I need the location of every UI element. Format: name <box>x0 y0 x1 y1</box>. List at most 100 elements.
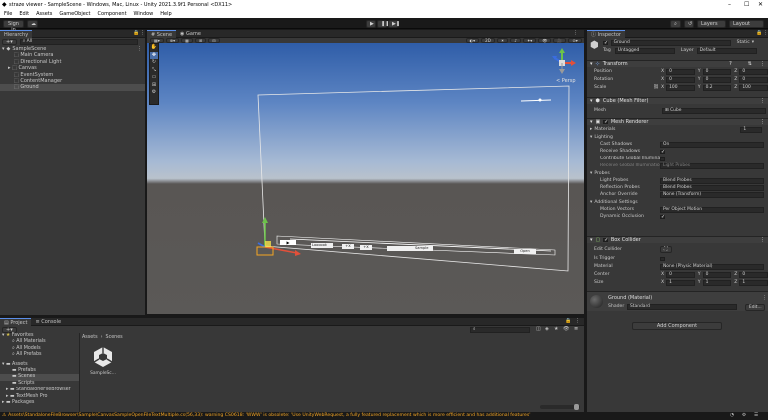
expand-arrow-icon[interactable]: ▾ <box>590 119 593 126</box>
motion-vectors-dropdown[interactable]: Per Object Motion <box>660 207 764 213</box>
size-y-field[interactable]: 1 <box>702 280 732 286</box>
ui-field-2[interactable]: +X <box>360 245 372 250</box>
layout-dropdown[interactable]: Layout <box>729 19 764 28</box>
maximize-icon[interactable]: ☐ <box>744 1 749 8</box>
center-z-field[interactable]: 0 <box>739 272 768 278</box>
menu-assets[interactable]: Assets <box>36 11 52 17</box>
close-icon[interactable]: ✕ <box>758 1 763 8</box>
tab-game[interactable]: ◉ Game <box>176 30 205 38</box>
breadcrumb-assets[interactable]: Assets <box>82 335 98 340</box>
minimize-icon[interactable]: – <box>728 1 731 8</box>
menu-edit[interactable]: Edit <box>19 11 29 17</box>
more-options-icon[interactable]: ⋮ <box>140 30 145 36</box>
sign-in-button[interactable]: Sign in <box>3 19 24 33</box>
position-x-field[interactable]: 0 <box>666 69 695 75</box>
light-probes-dropdown[interactable]: Blend Probes <box>660 178 764 184</box>
expand-arrow-icon[interactable]: ▾ <box>590 171 592 177</box>
expand-arrow-icon[interactable]: ▾ <box>2 46 5 52</box>
favorite-item-prefabs[interactable]: ⌕ All Prefabs <box>0 352 79 358</box>
mesh-renderer-header[interactable]: ▾ ▣ Mesh Renderer ⋮ <box>587 118 768 125</box>
hierarchy-item-ground[interactable]: ⬚ Ground <box>0 84 145 91</box>
active-checkbox[interactable] <box>603 40 608 46</box>
receive-shadows-checkbox[interactable] <box>660 149 665 155</box>
additional-settings-row[interactable]: ▾ Additional Settings <box>587 200 768 206</box>
pause-button[interactable]: ❚❚ <box>377 19 389 28</box>
lighting-row[interactable]: ▾ Lighting <box>587 135 768 141</box>
collapsed-arrow-icon[interactable]: ▸ <box>6 394 8 399</box>
filter-label-icon[interactable]: ◈ <box>545 326 549 332</box>
tab-project[interactable]: ▤ Project <box>0 317 32 326</box>
rotation-y-field[interactable]: 0 <box>702 77 732 83</box>
tab-console[interactable]: ≡ Console <box>31 318 65 326</box>
step-button[interactable]: ▶❚ <box>388 19 400 28</box>
cast-shadows-dropdown[interactable]: On <box>660 142 764 148</box>
collider-material-field[interactable]: None (Physic Material) <box>660 264 764 270</box>
tab-inspector[interactable]: ⓘ Inspector <box>587 29 625 38</box>
hierarchy-search-input[interactable]: ⌕ All <box>19 39 138 45</box>
packages-row[interactable]: ▸ ▬ Packages <box>0 400 79 406</box>
expand-arrow-icon[interactable]: ▾ <box>2 333 4 338</box>
asset-item-samplescene[interactable]: SampleSc... <box>88 345 118 379</box>
materials-count-field[interactable]: 1 <box>740 127 763 133</box>
is-trigger-checkbox[interactable] <box>660 256 665 262</box>
component-menu-icon[interactable]: ⋮ <box>760 119 765 126</box>
tag-dropdown[interactable]: Untagged <box>614 48 675 54</box>
expand-arrow-icon[interactable]: ▾ <box>590 98 593 105</box>
rotation-x-field[interactable]: 0 <box>666 77 695 83</box>
constrain-proportions-icon[interactable]: ⛓ <box>653 85 661 91</box>
shader-dropdown[interactable]: Standard <box>627 304 737 310</box>
edit-collider-icon[interactable]: ⛶ <box>660 246 672 253</box>
breadcrumb-scenes[interactable]: Scenes <box>106 335 123 340</box>
preset-icon[interactable]: ⇅ <box>748 61 752 68</box>
mesh-filter-header[interactable]: ▾ ⬢ Cube (Mesh Filter) ⋮ <box>587 97 768 104</box>
ui-field-3[interactable]: Sample <box>387 246 433 251</box>
dynamic-occlusion-checkbox[interactable] <box>660 214 665 220</box>
component-menu-icon[interactable]: ⋮ <box>760 98 765 105</box>
ui-play-button[interactable]: ▶ <box>280 240 296 245</box>
expand-arrow-icon[interactable]: ▾ <box>2 362 4 367</box>
project-search-input[interactable]: ⌕ <box>470 326 530 333</box>
collapsed-arrow-icon[interactable]: ▸ <box>2 400 4 405</box>
scene-viewport[interactable]: ✋ ✥ ↻ ⤡ ▭ ⊞ ⚙ < Persp ▶ Loooook +X +X Sa… <box>147 43 584 314</box>
box-collider-header[interactable]: ▾ ▢ Box Collider ⋮ <box>587 236 768 243</box>
more-options-icon[interactable]: ⋮ <box>573 30 578 36</box>
anchor-override-field[interactable]: None (Transform) <box>660 192 764 198</box>
mesh-renderer-enabled-checkbox[interactable] <box>603 119 608 125</box>
favorite-star-icon[interactable]: ★ <box>554 326 558 332</box>
position-y-field[interactable]: 0 <box>702 69 732 75</box>
mesh-field[interactable]: ⊞ Cube <box>662 108 766 114</box>
layer-dropdown[interactable]: Default <box>696 48 757 54</box>
expand-arrow-icon[interactable]: ▾ <box>590 135 592 141</box>
position-z-field[interactable]: 0 <box>739 69 768 75</box>
rotation-z-field[interactable]: 0 <box>739 77 768 83</box>
add-icon[interactable]: +▾ <box>2 39 17 45</box>
center-x-field[interactable]: 0 <box>666 272 695 278</box>
probes-row[interactable]: ▾ Probes <box>587 171 768 177</box>
add-component-button[interactable]: Add Component <box>632 322 722 330</box>
search-icon[interactable]: ⌕ <box>670 19 681 28</box>
transform-header[interactable]: ▾ ⊹ Transform ? ⇅ ⋮ <box>587 60 768 67</box>
component-menu-icon[interactable]: ⋮ <box>762 295 767 301</box>
object-name-field[interactable]: Ground <box>610 40 731 46</box>
reflection-probes-dropdown[interactable]: Blend Probes <box>660 185 764 191</box>
collapsed-arrow-icon[interactable]: ▸ <box>590 127 592 133</box>
undo-history-icon[interactable]: ↺ <box>684 19 694 28</box>
size-x-field[interactable]: 1 <box>666 280 695 286</box>
contribute-gi-checkbox[interactable] <box>660 156 665 162</box>
lock-icon[interactable]: 🔒 <box>565 318 571 324</box>
expand-arrow-icon[interactable]: ▾ <box>590 61 593 68</box>
icon-size-slider[interactable] <box>540 404 580 410</box>
notifications-icon[interactable]: ☰ <box>754 412 758 420</box>
help-icon[interactable]: ? <box>729 61 732 68</box>
slider-handle[interactable] <box>574 404 579 410</box>
ui-field-1[interactable]: +X <box>342 244 354 249</box>
more-options-icon[interactable]: ⋮ <box>575 318 580 324</box>
menu-file[interactable]: File <box>4 11 12 17</box>
component-menu-icon[interactable]: ⋮ <box>760 61 765 68</box>
shader-edit-button[interactable]: Edit... <box>745 303 765 311</box>
scale-z-field[interactable]: 100 <box>739 85 768 91</box>
debug-icon[interactable]: ⚙ <box>742 412 746 420</box>
menu-gameobject[interactable]: GameObject <box>59 11 90 17</box>
filter-type-icon[interactable]: ◫ <box>536 326 541 332</box>
layers-dropdown[interactable]: Layers <box>697 19 726 28</box>
